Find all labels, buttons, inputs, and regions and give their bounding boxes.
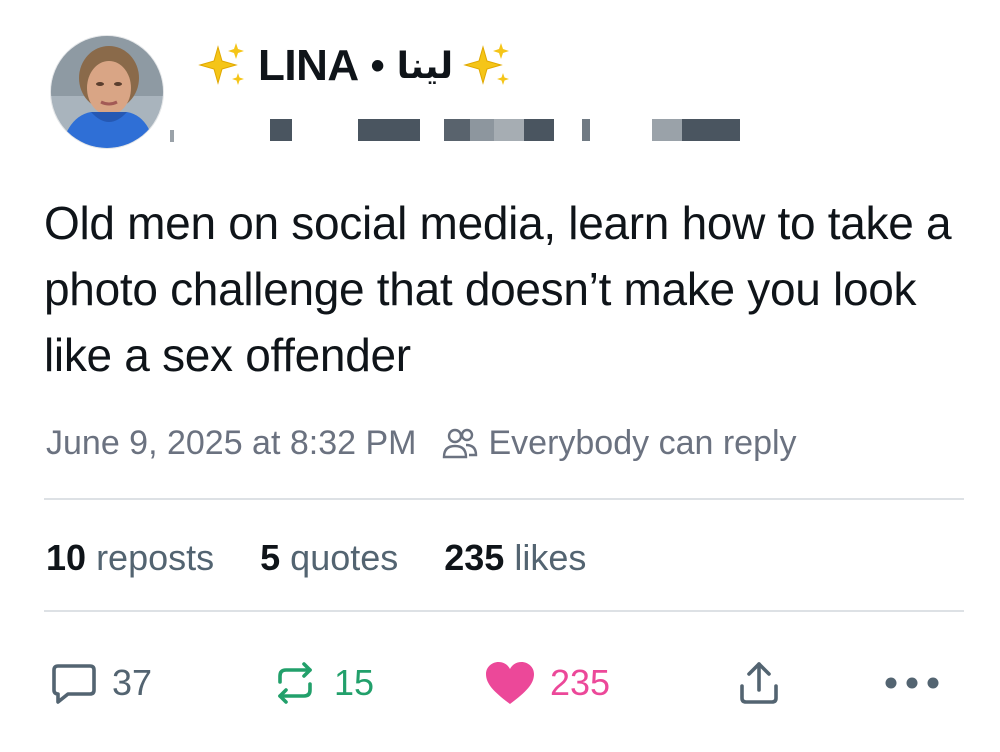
share-icon	[736, 660, 782, 706]
post-timestamp[interactable]: June 9, 2025 at 8:32 PM	[46, 424, 416, 463]
more-button[interactable]	[884, 655, 940, 711]
reply-button[interactable]: 37	[50, 655, 152, 711]
repost-count: 15	[334, 662, 375, 703]
reposts-count: 10	[46, 537, 87, 578]
reply-setting[interactable]: Everybody can reply	[488, 424, 796, 463]
sparkles-icon	[461, 39, 515, 93]
author-display-name: LINA	[258, 41, 359, 90]
divider-bottom	[44, 610, 964, 612]
reposts-label: reposts	[96, 537, 215, 578]
name-separator: •	[370, 43, 385, 88]
people-icon	[442, 426, 478, 460]
repost-button[interactable]: 15	[270, 655, 374, 711]
post-text: Old men on social media, learn how to ta…	[44, 197, 952, 381]
sparkles-icon	[196, 39, 250, 93]
heart-icon	[484, 660, 536, 706]
redacted-handle	[170, 116, 750, 146]
like-count: 235	[550, 662, 611, 703]
post-meta: June 9, 2025 at 8:32 PM Everybody can re…	[46, 420, 797, 466]
avatar[interactable]	[50, 35, 164, 149]
more-icon	[884, 676, 940, 690]
reposts-stat[interactable]: 10 reposts	[46, 537, 214, 579]
author-name-row[interactable]: LINA • لينا	[196, 34, 515, 98]
divider-top	[44, 498, 964, 500]
repost-icon	[270, 660, 320, 706]
author-arabic-name: لينا	[396, 45, 454, 87]
quotes-count: 5	[260, 537, 281, 578]
reply-count: 37	[112, 662, 153, 703]
quotes-stat[interactable]: 5 quotes	[260, 537, 398, 579]
like-button[interactable]: 235	[484, 655, 610, 711]
quotes-label: quotes	[290, 537, 399, 578]
engagement-stats: 10 reposts 5 quotes 235 likes	[46, 534, 632, 582]
likes-stat[interactable]: 235 likes	[444, 537, 586, 579]
reply-bubble-icon	[50, 660, 98, 706]
share-button[interactable]	[736, 655, 782, 711]
likes-label: likes	[514, 537, 587, 578]
likes-count: 235	[444, 537, 505, 578]
avatar-photo	[51, 36, 163, 148]
action-bar: 37 15 235	[0, 655, 1000, 711]
